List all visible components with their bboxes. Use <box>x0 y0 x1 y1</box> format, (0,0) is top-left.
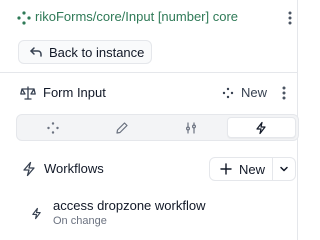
breadcrumb-title[interactable]: rikoForms/core/Input [number] core <box>35 9 238 24</box>
new-workflow-button[interactable]: New <box>210 158 273 180</box>
move-icon <box>222 87 234 99</box>
pencil-icon <box>115 121 129 135</box>
sliders-icon <box>184 121 198 135</box>
back-button-label: Back to instance <box>49 44 145 60</box>
move-icon <box>46 121 60 135</box>
component-icon <box>16 10 32 26</box>
new-workflow-split-button: New <box>209 157 296 181</box>
new-label: New <box>241 85 268 100</box>
form-input-header: Form Input New <box>0 80 297 106</box>
tab-bar <box>16 114 299 141</box>
back-to-instance-button[interactable]: Back to instance <box>18 40 152 64</box>
workflows-title: Workflows <box>44 161 104 176</box>
workflows-bolt-icon <box>21 161 37 177</box>
plus-icon <box>220 163 232 175</box>
more-options-icon[interactable] <box>282 10 298 26</box>
back-arrow-icon <box>29 45 43 59</box>
workflow-list-item[interactable]: access dropzone workflow On change <box>22 195 272 231</box>
bolt-icon <box>254 121 268 135</box>
chevron-down-icon <box>279 164 289 174</box>
new-workflow-dropdown[interactable] <box>273 158 295 180</box>
new-workflow-label: New <box>239 161 266 177</box>
tab-settings[interactable] <box>158 117 225 138</box>
new-form-input-button[interactable]: New <box>222 85 267 100</box>
section-title: Form Input <box>43 85 106 100</box>
tab-workflows[interactable] <box>226 117 296 138</box>
tab-move[interactable] <box>19 117 86 138</box>
workflow-trigger: On change <box>53 215 107 227</box>
scale-icon <box>20 85 36 101</box>
header-divider <box>0 72 297 73</box>
breadcrumb: rikoForms/core/Input [number] core <box>0 0 298 36</box>
section-more-options-icon[interactable] <box>276 85 292 101</box>
tab-edit[interactable] <box>88 117 155 138</box>
workflow-name: access dropzone workflow <box>53 198 206 213</box>
bolt-icon <box>30 207 43 220</box>
